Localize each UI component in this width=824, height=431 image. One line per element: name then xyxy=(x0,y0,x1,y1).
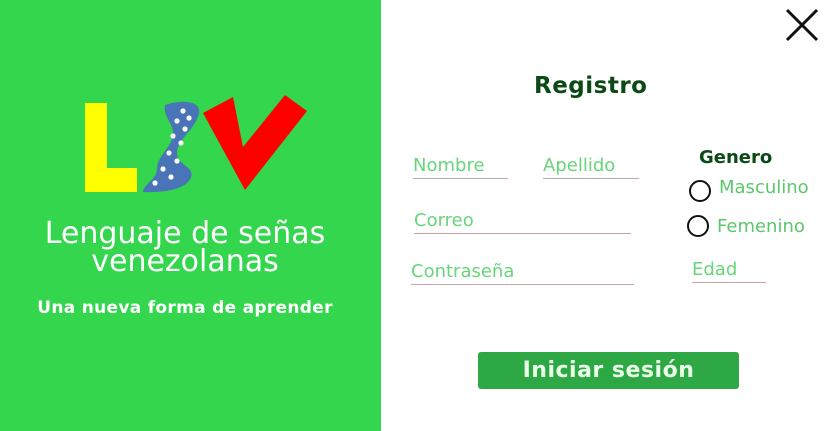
tagline-line-2: venezolanas xyxy=(91,244,279,279)
correo-field[interactable] xyxy=(414,210,631,234)
radio-label-femenino[interactable]: Femenino xyxy=(717,216,805,237)
edad-field[interactable] xyxy=(692,259,766,283)
logo-letter-v xyxy=(203,95,307,190)
close-icon[interactable] xyxy=(783,6,821,44)
radio-femenino[interactable] xyxy=(687,215,709,237)
radio-masculino[interactable] xyxy=(689,180,711,202)
radio-label-masculino[interactable]: Masculino xyxy=(719,177,809,198)
branding-panel: Lenguaje de señas venezolanas Una nueva … xyxy=(0,0,381,431)
form-title: Registro xyxy=(534,73,648,99)
apellido-field[interactable] xyxy=(543,155,639,179)
contrasena-field[interactable] xyxy=(411,261,634,285)
submit-button[interactable]: Iniciar sesión xyxy=(478,352,739,389)
nombre-field[interactable] xyxy=(413,155,508,179)
gender-title: Genero xyxy=(699,147,773,168)
logo-letter-l xyxy=(85,103,137,192)
subtitle: Una nueva forma de aprender xyxy=(37,298,333,318)
lsv-logo xyxy=(85,95,307,193)
tagline: Lenguaje de señas venezolanas xyxy=(0,219,370,279)
